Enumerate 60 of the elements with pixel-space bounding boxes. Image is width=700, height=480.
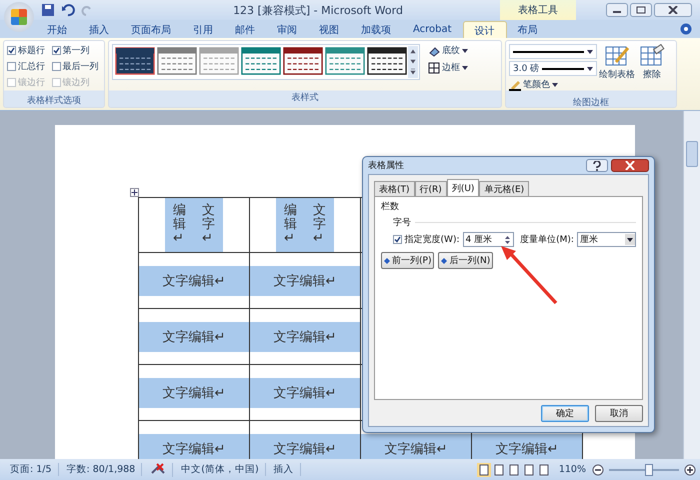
eraser-button[interactable]: 擦除 [637,44,667,81]
group-label: 表格样式选项 [26,94,82,108]
vertical-cell-text: 编辑↵ 文字↵ [165,198,223,252]
dialog-title: 表格属性 [368,160,404,172]
next-column-button[interactable]: 后一列(N) [438,252,494,269]
cell-text: 文字编辑↵ [139,434,249,459]
shading-button[interactable]: 底纹 [428,44,468,57]
checkbox-label: 最后一列 [62,60,98,73]
previous-column-button[interactable]: 前一列(P) [381,252,434,269]
dialog-tab[interactable]: 行(R) [414,181,447,196]
vertical-cell-text: 编辑↵ 文字↵ [276,198,334,252]
checkbox-label: 标题行 [18,44,45,57]
width-label: 指定宽度(W): [404,234,460,246]
cell-text: 文字编辑↵ [139,378,249,408]
cell-text: 文字编辑↵ [139,322,249,352]
draw-table-button[interactable]: 绘制表格 [597,44,637,81]
ribbon-tab[interactable]: 布局 [506,21,549,38]
cell-text: 文字编辑↵ [250,322,360,352]
insert-mode-status[interactable]: 插入 [268,463,301,476]
cell-text: 文字编辑↵ [250,434,360,459]
context-tab-label: 表格工具 [500,0,576,20]
checkbox-label: 镶边行 [18,76,45,89]
dialog-tab[interactable]: 表格(T) [374,181,415,196]
ribbon-tab[interactable]: 视图 [308,21,350,38]
ok-button[interactable]: 确定 [541,405,589,422]
checkbox-label: 汇总行 [18,60,45,73]
cell-text: 文字编辑↵ [250,378,360,408]
ribbon-tab[interactable]: 插入 [78,21,120,38]
language-status[interactable]: 中文(简体，中国) [175,463,266,476]
ribbon-tab[interactable]: 加载项 [350,21,402,38]
word-count[interactable]: 字数: 80/1,988 [60,463,142,476]
ribbon-tab[interactable]: 审阅 [266,21,308,38]
window-title: 123 [兼容模式] - Microsoft Word [233,2,403,18]
page-count[interactable]: 页面: 1/5 [4,463,59,476]
subsection-label: 字号 [393,216,411,229]
zoom-level[interactable]: 110% [558,464,586,475]
ribbon-tab[interactable]: 引用 [182,21,224,38]
cancel-button[interactable]: 取消 [595,405,643,422]
borders-button[interactable]: 边框 [428,61,468,74]
cell-text: 文字编辑↵ [472,434,582,459]
checkbox-label: 镶边列 [62,76,90,89]
cell-text: 文字编辑↵ [250,266,360,296]
pen-color-button[interactable]: 笔颜色 [509,78,597,91]
width-input[interactable]: 4 厘米 [462,232,514,247]
ribbon-tab[interactable]: Acrobat [402,21,463,38]
dialog-tab[interactable]: 列(U) [446,179,480,196]
unit-dropdown[interactable]: 厘米 [576,232,636,247]
section-label: 栏数 [381,200,400,213]
ribbon-tab[interactable]: 邮件 [224,21,266,38]
ribbon-tab[interactable]: 页面布局 [120,21,182,38]
unit-label: 度量单位(M): [520,234,574,246]
line-weight-dropdown[interactable]: 3.0 磅 [509,61,597,76]
cell-text: 文字编辑↵ [361,434,471,459]
cell-text: 文字编辑↵ [139,266,249,296]
ribbon-tab[interactable]: 设计 [462,21,507,38]
checkbox-label: 第一列 [62,44,90,57]
dialog-tab[interactable]: 单元格(E) [479,181,530,196]
ribbon-tab[interactable]: 开始 [36,21,78,38]
group-label: 表样式 [290,92,320,105]
group-label: 绘图边框 [572,96,610,110]
